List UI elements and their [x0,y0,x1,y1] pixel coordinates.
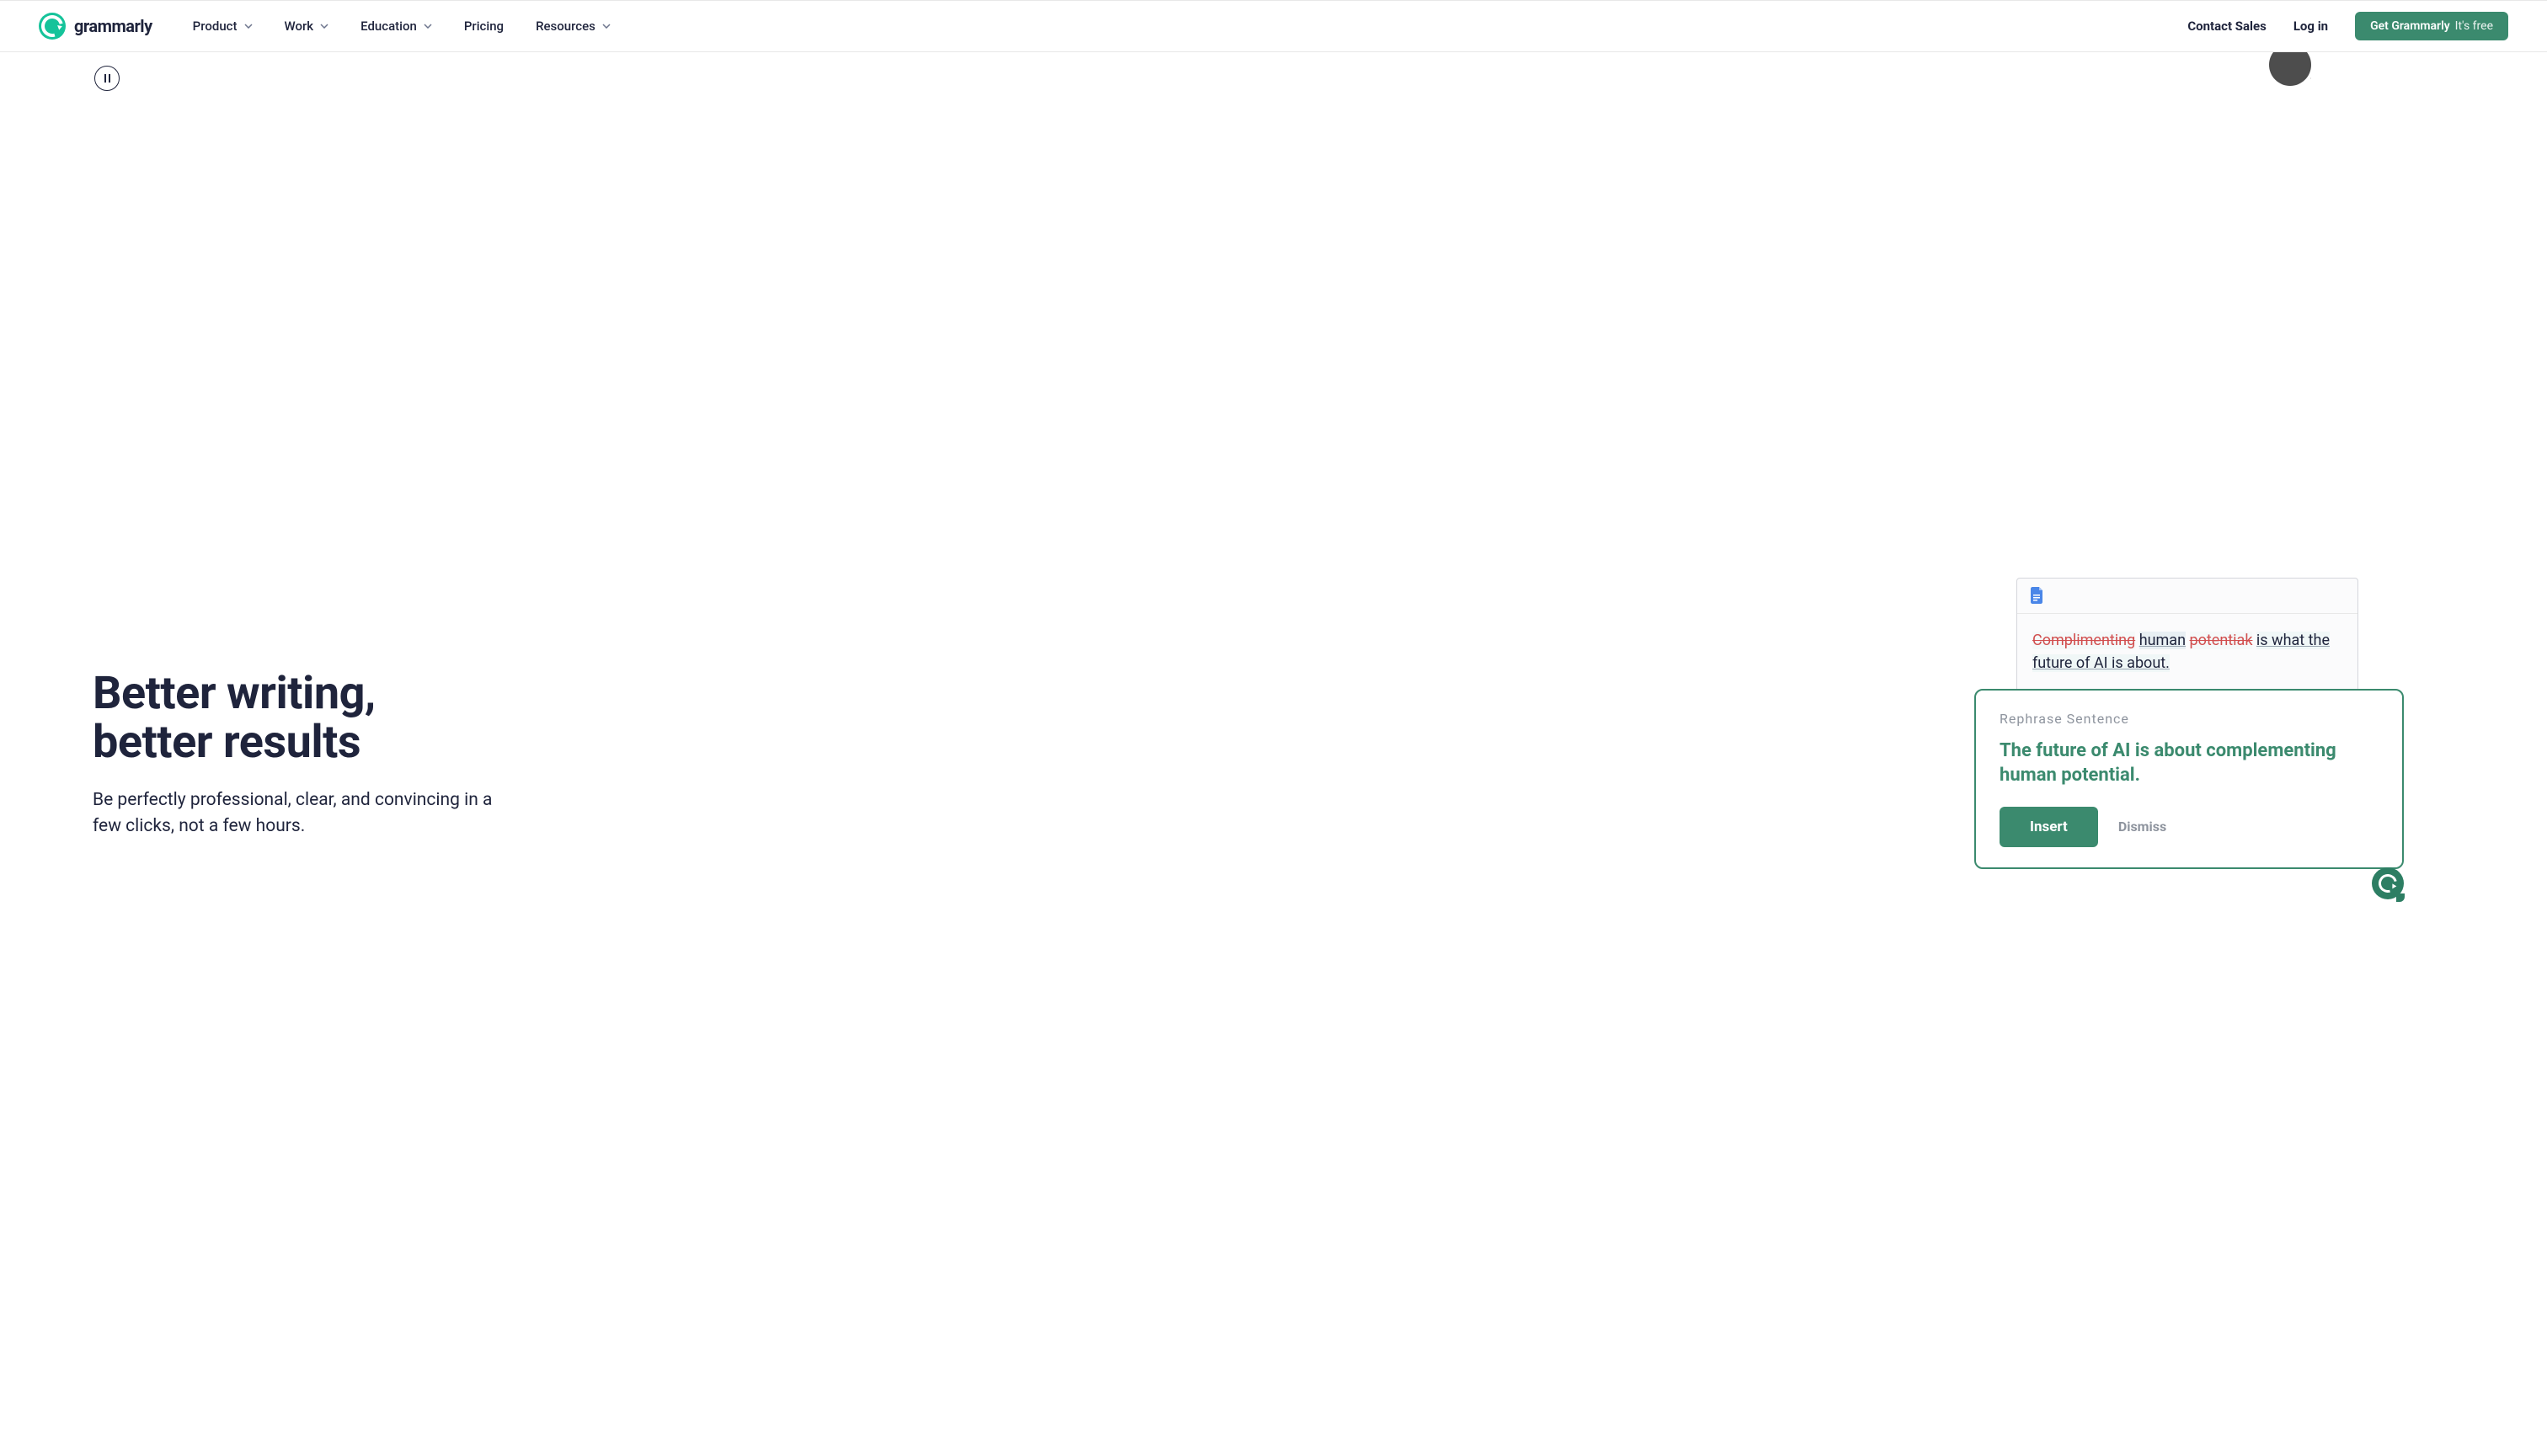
chevron-down-icon [320,22,328,30]
nav-education[interactable]: Education [360,19,432,34]
cta-sub-text: It's free [2455,19,2493,33]
primary-nav: Product Work Education Pricing Resources [193,19,2188,34]
chevron-down-icon [244,22,253,30]
dismiss-button[interactable]: Dismiss [2118,819,2166,835]
nav-pricing-label: Pricing [464,19,504,34]
editor-text: Complimenting human potentiak is what th… [2017,614,2357,695]
suggestion-actions: Insert Dismiss [2000,807,2379,847]
hero-demo-column: Complimenting human potentiak is what th… [1260,578,2454,931]
strike-word-1: Complimenting [2032,632,2135,649]
insert-button[interactable]: Insert [2000,807,2098,847]
hero-title: Better writing, better results [93,669,1226,768]
nav-product-label: Product [193,19,238,34]
document-icon [2031,587,2044,604]
hero-text-column: Better writing, better results Be perfec… [93,669,1226,840]
contact-sales-link[interactable]: Contact Sales [2187,19,2266,34]
hero-section: Better writing, better results Be perfec… [0,52,2547,1456]
hero-title-line2: better results [93,716,360,769]
site-header: grammarly Product Work Education Pricing… [0,0,2547,52]
suggestion-label: Rephrase Sentence [2000,711,2379,727]
hero-title-line1: Better writing, [93,667,376,720]
logo[interactable]: grammarly [39,13,152,40]
nav-pricing[interactable]: Pricing [464,19,504,34]
cta-main-text: Get Grammarly [2370,19,2450,33]
secondary-nav: Contact Sales Log in Get Grammarly It's … [2187,12,2508,40]
login-link[interactable]: Log in [2293,19,2328,34]
grammarly-floating-badge[interactable] [2372,867,2404,899]
nav-work-label: Work [285,19,314,34]
suggestion-text: The future of AI is about complementing … [2000,739,2379,788]
suggestion-card: Rephrase Sentence The future of AI is ab… [1974,689,2404,869]
get-grammarly-button[interactable]: Get Grammarly It's free [2355,12,2508,40]
grammarly-g-icon [2375,870,2400,895]
editor-word-human: human [2139,632,2186,649]
nav-resources-label: Resources [536,19,595,34]
hero-content: Better writing, better results Be perfec… [93,52,2454,1456]
nav-education-label: Education [360,19,417,34]
editor-header [2017,579,2357,614]
pause-button[interactable] [94,66,120,91]
chevron-down-icon [424,22,432,30]
chevron-down-icon [602,22,611,30]
nav-work[interactable]: Work [285,19,329,34]
grammarly-logo-icon [39,13,66,40]
strike-word-2: potentiak [2190,632,2253,649]
editor-preview-card: Complimenting human potentiak is what th… [2016,578,2358,696]
hero-subtitle: Be perfectly professional, clear, and co… [93,787,497,839]
logo-text: grammarly [74,16,152,36]
nav-product[interactable]: Product [193,19,253,34]
nav-resources[interactable]: Resources [536,19,611,34]
